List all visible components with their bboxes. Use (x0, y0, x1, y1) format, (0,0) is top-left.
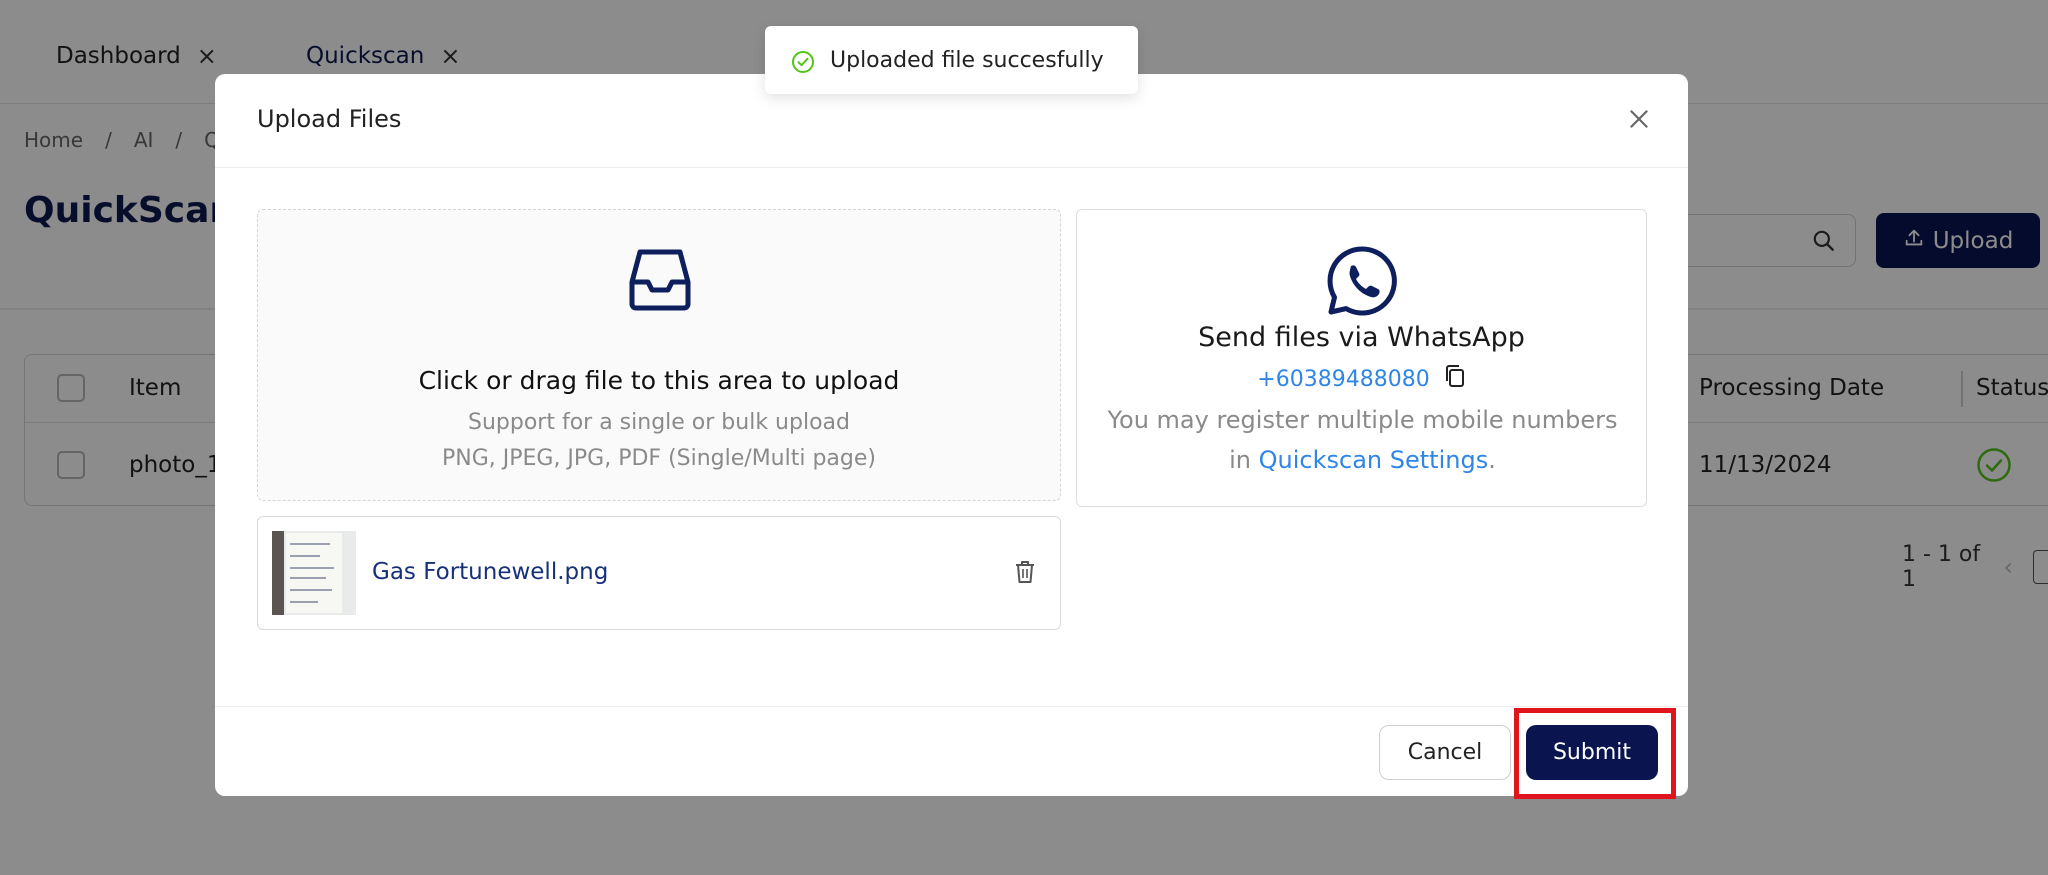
success-toast: Uploaded file succesfully (765, 26, 1138, 94)
whatsapp-description: You may register multiple mobile numbers… (1095, 400, 1630, 480)
uploaded-file-item: Gas Fortunewell.png (257, 516, 1061, 630)
whatsapp-phone-row: +60389488080 (1077, 364, 1646, 394)
copy-icon[interactable] (1444, 364, 1466, 394)
file-thumbnail (272, 531, 356, 615)
dropzone-formats: PNG, JPEG, JPG, PDF (Single/Multi page) (441, 446, 877, 471)
modal-title: Upload Files (257, 105, 402, 133)
upload-dropzone[interactable]: Click or drag file to this area to uploa… (257, 209, 1061, 501)
upload-files-modal: Upload Files Click or drag file to this … (215, 74, 1688, 796)
inbox-icon (626, 246, 694, 318)
file-name[interactable]: Gas Fortunewell.png (372, 559, 608, 585)
modal-footer: Cancel Submit (215, 706, 1688, 796)
dropzone-hint: Support for a single or bulk upload (468, 410, 850, 435)
whatsapp-title: Send files via WhatsApp (1198, 322, 1525, 353)
check-circle-icon (791, 50, 815, 78)
whatsapp-description-end: . (1488, 446, 1496, 474)
dropzone-title: Click or drag file to this area to uploa… (418, 366, 900, 395)
quickscan-settings-link[interactable]: Quickscan Settings (1259, 446, 1489, 474)
whatsapp-card: Send files via WhatsApp +60389488080 You… (1076, 209, 1647, 507)
submit-highlight-box (1514, 708, 1676, 799)
cancel-button[interactable]: Cancel (1379, 725, 1511, 780)
whatsapp-phone-number[interactable]: +60389488080 (1257, 367, 1429, 392)
close-icon[interactable] (1626, 106, 1652, 136)
trash-icon[interactable] (1014, 560, 1036, 588)
whatsapp-icon (1325, 244, 1399, 322)
toast-message: Uploaded file succesfully (830, 48, 1104, 73)
